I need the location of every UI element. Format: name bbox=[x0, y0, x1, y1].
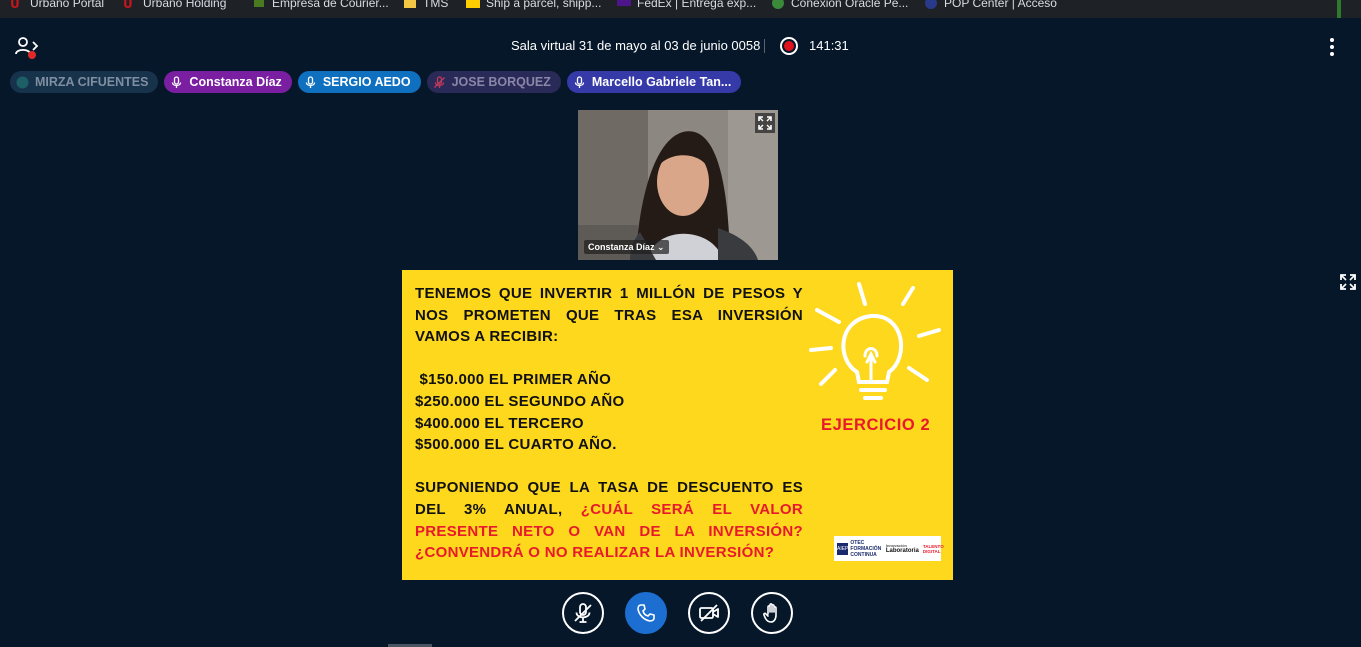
recording-indicator-icon[interactable] bbox=[780, 37, 798, 55]
courier-logo-icon bbox=[252, 0, 266, 10]
slide-amount-2: $250.000 EL SEGUNDO AÑO bbox=[415, 392, 625, 410]
aiep-mark: AIEP bbox=[837, 542, 849, 555]
svg-text:U: U bbox=[10, 0, 20, 10]
microphone-icon bbox=[573, 75, 586, 89]
laboratoria-logo: Innovación Laboratoria bbox=[885, 543, 919, 554]
microphone-icon bbox=[170, 75, 183, 89]
slide-question: SUPONIENDO QUE LA TASA DE DESCUENTO ES D… bbox=[415, 477, 803, 563]
bookmark-fedex[interactable]: FedEx | Entrega exp... bbox=[617, 0, 756, 12]
slide-intro: TENEMOS QUE INVERTIR 1 MILLÓN DE PESOS Y… bbox=[415, 285, 803, 346]
mic-muted-icon bbox=[574, 603, 592, 623]
users-list-toggle[interactable] bbox=[14, 36, 40, 59]
options-menu-icon[interactable] bbox=[1326, 38, 1338, 56]
fullscreen-presentation-icon[interactable] bbox=[1340, 274, 1356, 290]
svg-text:U: U bbox=[123, 0, 133, 10]
fedex-logo-icon bbox=[617, 0, 631, 10]
exercise-label: EJERCICIO 2 bbox=[821, 416, 931, 434]
phone-icon bbox=[637, 604, 655, 622]
bookmark-urbano-holding[interactable]: U Urbano Holding bbox=[123, 0, 226, 12]
bookmark-courier[interactable]: Empresa de Courier... bbox=[252, 0, 389, 12]
meeting-header: Sala virtual 31 de mayo al 03 de junio 0… bbox=[0, 18, 1361, 74]
notification-dot bbox=[28, 51, 36, 59]
bookmarks-bar: U Urbano Portal U Urbano Holding Empresa… bbox=[0, 0, 1361, 18]
urbano-logo-icon: U bbox=[10, 0, 24, 11]
talking-indicators: MIRZA CIFUENTES Constanza Díaz SERGIO AE… bbox=[10, 71, 742, 93]
participant-pill-marcello[interactable]: Marcello Gabriele Tan... bbox=[566, 71, 742, 93]
recording-timer: 141:31 bbox=[809, 38, 849, 53]
bookmark-oracle[interactable]: Conexión Oracle Pe... bbox=[771, 0, 908, 12]
webcam-tile[interactable]: Constanza Díaz ⌄ bbox=[578, 110, 778, 260]
leave-audio-button[interactable] bbox=[625, 592, 667, 634]
share-webcam-button[interactable] bbox=[688, 592, 730, 634]
mute-button[interactable] bbox=[562, 592, 604, 634]
otec-logo: AIEP OTEC FORMACIÓN CONTINUA bbox=[837, 539, 882, 558]
slide-amount-4: $500.000 EL CUARTO AÑO. bbox=[415, 436, 617, 454]
webcam-name-label[interactable]: Constanza Díaz ⌄ bbox=[584, 240, 669, 254]
urbano-logo-icon: U bbox=[123, 0, 137, 11]
partner-logos: AIEP OTEC FORMACIÓN CONTINUA Innovación L… bbox=[834, 536, 944, 561]
presentation-slide: TENEMOS QUE INVERTIR 1 MILLÓN DE PESOS Y… bbox=[402, 270, 953, 580]
slide-amount-1: $150.000 EL PRIMER AÑO bbox=[415, 371, 612, 389]
microphone-icon bbox=[304, 75, 317, 89]
participant-pill-sergio[interactable]: SERGIO AEDO bbox=[297, 71, 421, 93]
participant-pill-constanza[interactable]: Constanza Díaz bbox=[164, 71, 292, 93]
dhl-logo-icon bbox=[466, 0, 480, 10]
light-bulb-icon bbox=[809, 282, 941, 400]
folder-icon bbox=[403, 0, 417, 10]
users-icon bbox=[15, 37, 39, 55]
talento-digital-logo: TALENTO DIGITAL bbox=[922, 543, 944, 554]
participant-pill-jose[interactable]: JOSE BORQUEZ bbox=[426, 71, 561, 93]
microphone-muted-icon bbox=[433, 75, 446, 89]
expand-video-icon[interactable] bbox=[755, 113, 775, 133]
slide-body: TENEMOS QUE INVERTIR 1 MILLÓN DE PESOS Y… bbox=[415, 283, 803, 564]
webcam-feed bbox=[578, 110, 778, 260]
slide-amount-3: $400.000 EL TERCERO bbox=[415, 414, 584, 432]
action-bar bbox=[562, 592, 793, 634]
extension-indicator bbox=[1337, 0, 1341, 18]
room-title: Sala virtual 31 de mayo al 03 de junio 0… bbox=[511, 38, 761, 53]
pop-logo-icon bbox=[924, 0, 938, 10]
header-separator bbox=[764, 39, 765, 53]
bookmark-pop-center[interactable]: POP Center | Acceso bbox=[924, 0, 1057, 12]
bookmark-tms[interactable]: TMS bbox=[403, 0, 448, 12]
participant-pill-mirza[interactable]: MIRZA CIFUENTES bbox=[10, 71, 159, 93]
bookmark-dhl[interactable]: Ship a parcel, shipp... bbox=[466, 0, 601, 12]
raise-hand-icon bbox=[763, 603, 777, 623]
oracle-globe-icon bbox=[771, 0, 785, 10]
video-off-icon bbox=[699, 604, 719, 622]
listen-only-icon bbox=[16, 76, 29, 89]
bookmark-urbano-portal[interactable]: U Urbano Portal bbox=[10, 0, 104, 12]
raise-hand-button[interactable] bbox=[751, 592, 793, 634]
